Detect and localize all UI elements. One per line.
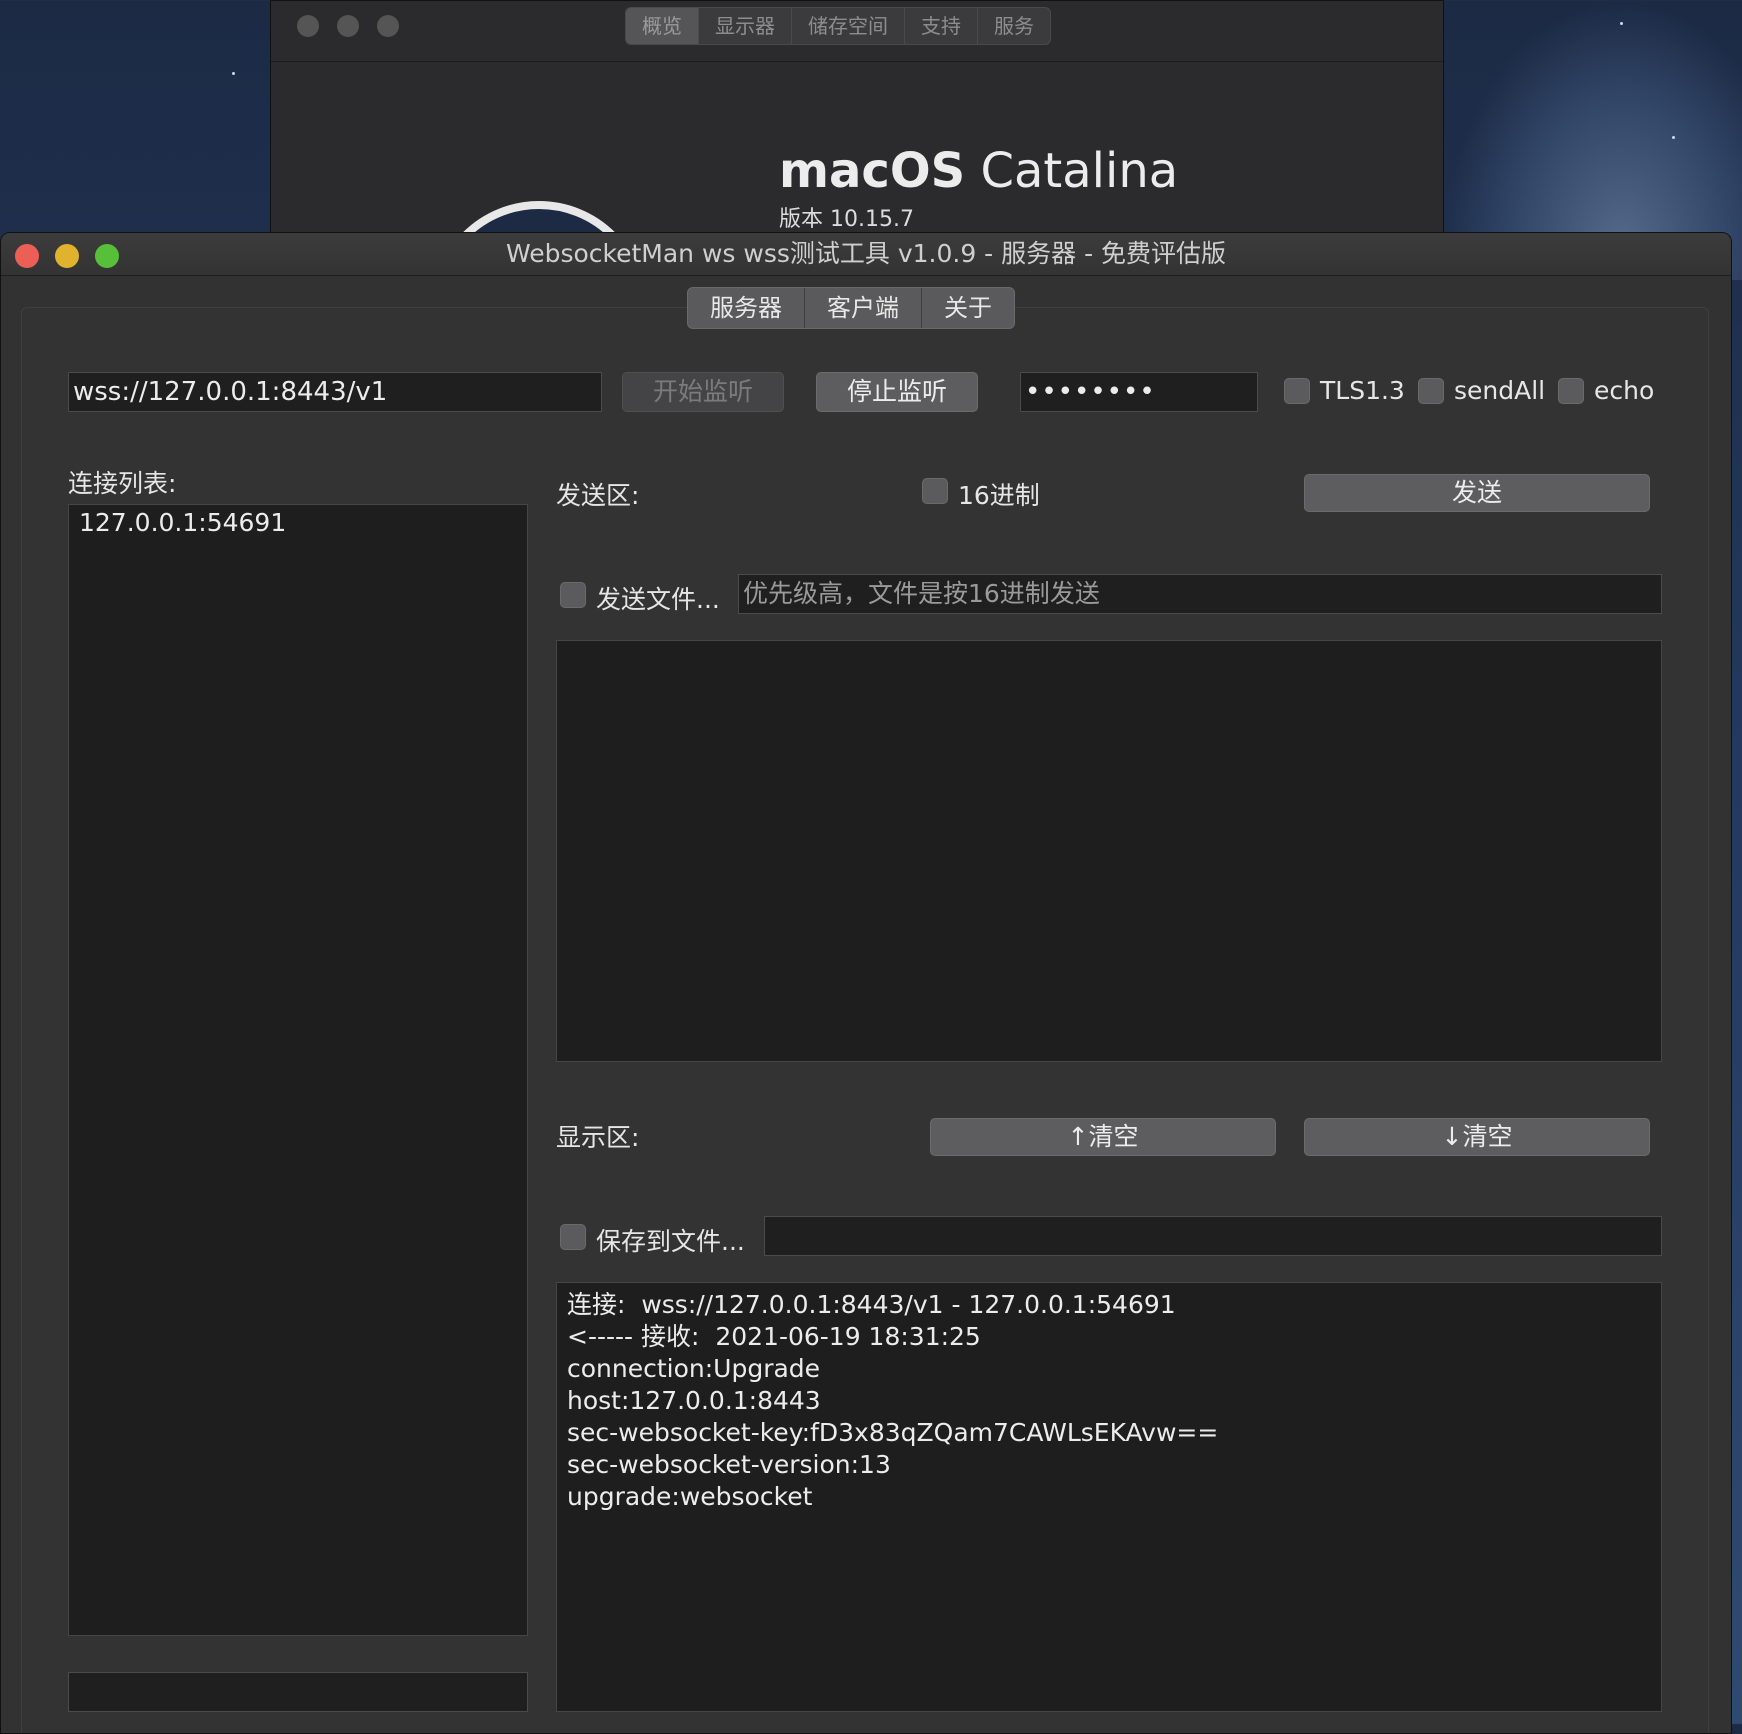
- server-panel: wss://127.0.0.1:8443/v1 开始监听 停止监听 ••••••…: [21, 307, 1709, 1733]
- connection-status-field[interactable]: [68, 1672, 528, 1712]
- echo-label: echo: [1594, 376, 1655, 405]
- star: [1620, 22, 1623, 25]
- log-line: <----- 接收: 2021-06-19 18:31:25: [567, 1322, 981, 1351]
- save-file-label: 保存到文件...: [596, 1227, 745, 1256]
- about-titlebar: 概览 显示器 储存空间 支持 服务: [271, 1, 1443, 62]
- display-area-title: 显示区:: [556, 1123, 640, 1152]
- os-name-bold: macOS: [779, 143, 966, 199]
- send-file-path-input[interactable]: 优先级高，文件是按16进制发送: [738, 574, 1662, 614]
- tls13-checkbox[interactable]: [1284, 378, 1310, 404]
- tab-storage[interactable]: 储存空间: [792, 8, 905, 44]
- window-title: WebsocketMan ws wss测试工具 v1.0.9 - 服务器 - 免…: [505, 239, 1227, 268]
- window-titlebar: WebsocketMan ws wss测试工具 v1.0.9 - 服务器 - 免…: [1, 233, 1731, 276]
- os-name: macOS Catalina: [779, 143, 1178, 199]
- log-line: sec-websocket-version:13: [567, 1450, 891, 1479]
- tab-server[interactable]: 服务器: [688, 288, 805, 328]
- clear-down-button[interactable]: ↓清空: [1304, 1118, 1650, 1156]
- send-button[interactable]: 发送: [1304, 474, 1650, 512]
- send-file-label: 发送文件...: [596, 585, 720, 614]
- connection-list-title: 连接列表:: [68, 469, 177, 498]
- os-version: 版本 10.15.7: [779, 207, 914, 232]
- minimize-button-inactive[interactable]: [337, 15, 359, 37]
- os-name-light: Catalina: [980, 143, 1179, 199]
- log-line: 连接: wss://127.0.0.1:8443/v1 - 127.0.0.1:…: [567, 1290, 1176, 1319]
- star: [1672, 136, 1675, 139]
- tab-service[interactable]: 服务: [978, 8, 1050, 44]
- tab-overview[interactable]: 概览: [626, 8, 699, 44]
- zoom-button-inactive[interactable]: [377, 15, 399, 37]
- connection-list[interactable]: 127.0.0.1:54691: [68, 504, 528, 1636]
- clear-up-button[interactable]: ↑清空: [930, 1118, 1276, 1156]
- tab-about[interactable]: 关于: [922, 288, 1014, 328]
- url-input[interactable]: wss://127.0.0.1:8443/v1: [68, 372, 602, 412]
- save-file-checkbox[interactable]: [560, 1224, 586, 1250]
- log-line: host:127.0.0.1:8443: [567, 1386, 821, 1415]
- password-input[interactable]: ••••••••: [1020, 372, 1258, 412]
- log-line: connection:Upgrade: [567, 1354, 821, 1383]
- connection-list-item[interactable]: 127.0.0.1:54691: [69, 505, 527, 541]
- send-area-title: 发送区:: [556, 481, 640, 510]
- log-line: sec-websocket-key:fD3x83qZQam7CAWLsEKAvw…: [567, 1418, 1219, 1447]
- about-tab-bar: 概览 显示器 储存空间 支持 服务: [625, 7, 1051, 45]
- log-line: upgrade:websocket: [567, 1482, 813, 1511]
- close-button-inactive[interactable]: [297, 15, 319, 37]
- send-text-area[interactable]: [556, 640, 1662, 1062]
- tab-displays[interactable]: 显示器: [699, 8, 792, 44]
- start-listen-button[interactable]: 开始监听: [622, 372, 784, 412]
- websocketman-window: WebsocketMan ws wss测试工具 v1.0.9 - 服务器 - 免…: [0, 232, 1732, 1734]
- hex-checkbox[interactable]: [922, 478, 948, 504]
- tab-client[interactable]: 客户端: [805, 288, 922, 328]
- display-log-area[interactable]: 连接: wss://127.0.0.1:8443/v1 - 127.0.0.1:…: [556, 1282, 1662, 1712]
- about-this-mac-window: 概览 显示器 储存空间 支持 服务 macOS Catalina 版本 10.1…: [270, 0, 1444, 417]
- tab-support[interactable]: 支持: [905, 8, 978, 44]
- save-file-path-input[interactable]: [764, 1216, 1662, 1256]
- hex-label: 16进制: [958, 481, 1040, 510]
- stop-listen-button[interactable]: 停止监听: [816, 372, 978, 412]
- sendall-label: sendAll: [1454, 376, 1546, 405]
- tls13-label: TLS1.3: [1320, 376, 1405, 405]
- sendall-checkbox[interactable]: [1418, 378, 1444, 404]
- star: [232, 72, 235, 75]
- send-file-checkbox[interactable]: [560, 582, 586, 608]
- echo-checkbox[interactable]: [1558, 378, 1584, 404]
- mode-tab-bar: 服务器 客户端 关于: [687, 287, 1015, 329]
